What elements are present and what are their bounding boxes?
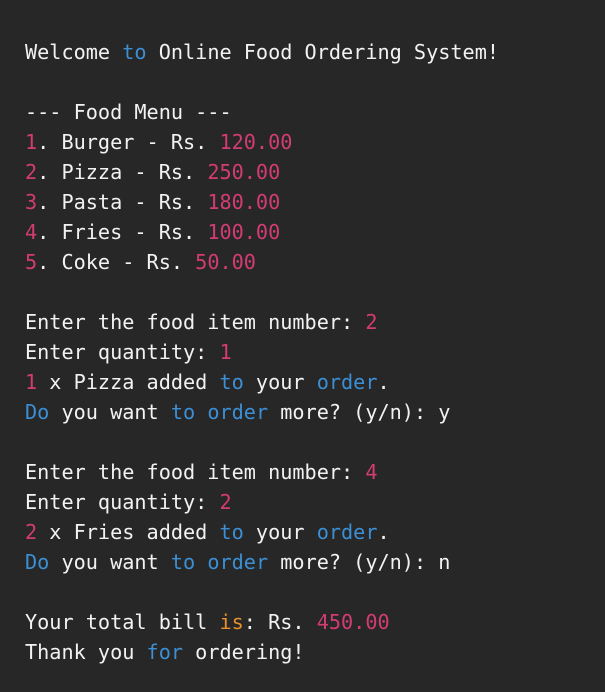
terminal-line: 5. Coke - Rs. 50.00 [25,247,600,277]
terminal-text-segment: order [207,550,269,574]
terminal-text-segment: 180.00 [207,190,281,214]
terminal-text-segment: to [219,370,244,394]
terminal-output: Welcome to Online Food Ordering System! -… [25,37,600,667]
terminal-text-segment: 450.00 [316,610,390,634]
terminal-line: 4. Fries - Rs. 100.00 [25,217,600,247]
terminal-line: Enter the food item number: 2 [25,307,600,337]
terminal-text-segment: order [316,520,378,544]
terminal-line: Do you want to order more? (y/n): y [25,397,600,427]
terminal-text-segment: 5 [25,250,38,274]
terminal-text-segment: you want [49,400,171,424]
terminal-line: 3. Pasta - Rs. 180.00 [25,187,600,217]
terminal-text-segment: --- Food Menu --- [25,100,232,124]
terminal-text-segment: Do [25,550,50,574]
terminal-text-segment: 120.00 [219,130,293,154]
terminal-text-segment: . Pasta - Rs. [37,190,208,214]
terminal-text-segment: 4 [365,460,378,484]
terminal-line: Thank you for ordering! [25,637,600,667]
terminal-text-segment: 3 [25,190,38,214]
terminal-text-segment: Thank you [25,640,147,664]
terminal-text-segment: Welcome [25,40,123,64]
terminal-line: Your total bill is: Rs. 450.00 [25,607,600,637]
terminal-line: Enter the food item number: 4 [25,457,600,487]
terminal-text-segment: x Fries added [37,520,220,544]
terminal-text-segment: . Burger - Rs. [37,130,220,154]
terminal-line: Enter quantity: 1 [25,337,600,367]
terminal-text-segment: to [170,550,196,574]
terminal-text-segment: x Pizza added [37,370,220,394]
terminal-text-segment: . Pizza - Rs. [37,160,208,184]
terminal-text-segment: to [219,520,244,544]
terminal-text-segment: 1 [25,130,38,154]
terminal-text-segment: 250.00 [207,160,281,184]
terminal-line: Do you want to order more? (y/n): n [25,547,600,577]
terminal-text-segment: 1 [219,340,232,364]
terminal-text-segment: 2 [25,160,38,184]
terminal-line: 2 x Fries added to your order. [25,517,600,547]
terminal-text-segment: ordering! [183,640,305,664]
terminal-text-segment: your [243,370,317,394]
terminal-line: 2. Pizza - Rs. 250.00 [25,157,600,187]
terminal-text-segment: your [243,520,317,544]
terminal-text-segment: more? (y/n): n [268,550,451,574]
terminal-text-segment: 4 [25,220,38,244]
terminal-text-segment: order [207,400,269,424]
terminal-text-segment: to [122,40,147,64]
terminal-text-segment: 50.00 [195,250,256,274]
terminal-text-segment: . [377,370,390,394]
terminal-line: 1. Burger - Rs. 120.00 [25,127,600,157]
terminal-text-segment: to [170,400,196,424]
terminal-text-segment: Enter quantity: [25,490,220,514]
terminal-text-segment: 2 [219,490,232,514]
terminal-line: Enter quantity: 2 [25,487,600,517]
terminal-text-segment: 2 [25,520,38,544]
terminal-text-segment: 1 [25,370,38,394]
terminal-line: Welcome to Online Food Ordering System! [25,37,600,67]
terminal-line: --- Food Menu --- [25,97,600,127]
terminal-text-segment: for [146,640,184,664]
terminal-text-segment: you want [49,550,171,574]
terminal-text-segment: 100.00 [207,220,281,244]
terminal-text-segment: Enter the food item number: [25,460,366,484]
terminal-text-segment: Enter the food item number: [25,310,366,334]
terminal-text-segment: more? (y/n): y [268,400,451,424]
terminal-text-segment: Do [25,400,50,424]
terminal-text-segment: order [316,370,378,394]
terminal-text-segment: is [219,610,244,634]
terminal-text-segment: Enter quantity: [25,340,220,364]
terminal-line: 1 x Pizza added to your order. [25,367,600,397]
terminal-text-segment: . Coke - Rs. [37,250,196,274]
terminal-text-segment: Your total bill [25,610,220,634]
terminal-text-segment: : Rs. [243,610,317,634]
terminal-text-segment: 2 [365,310,378,334]
terminal-text-segment: Online Food Ordering System! [146,40,500,64]
terminal-text-segment: . [377,520,390,544]
terminal-text-segment: . Fries - Rs. [37,220,208,244]
